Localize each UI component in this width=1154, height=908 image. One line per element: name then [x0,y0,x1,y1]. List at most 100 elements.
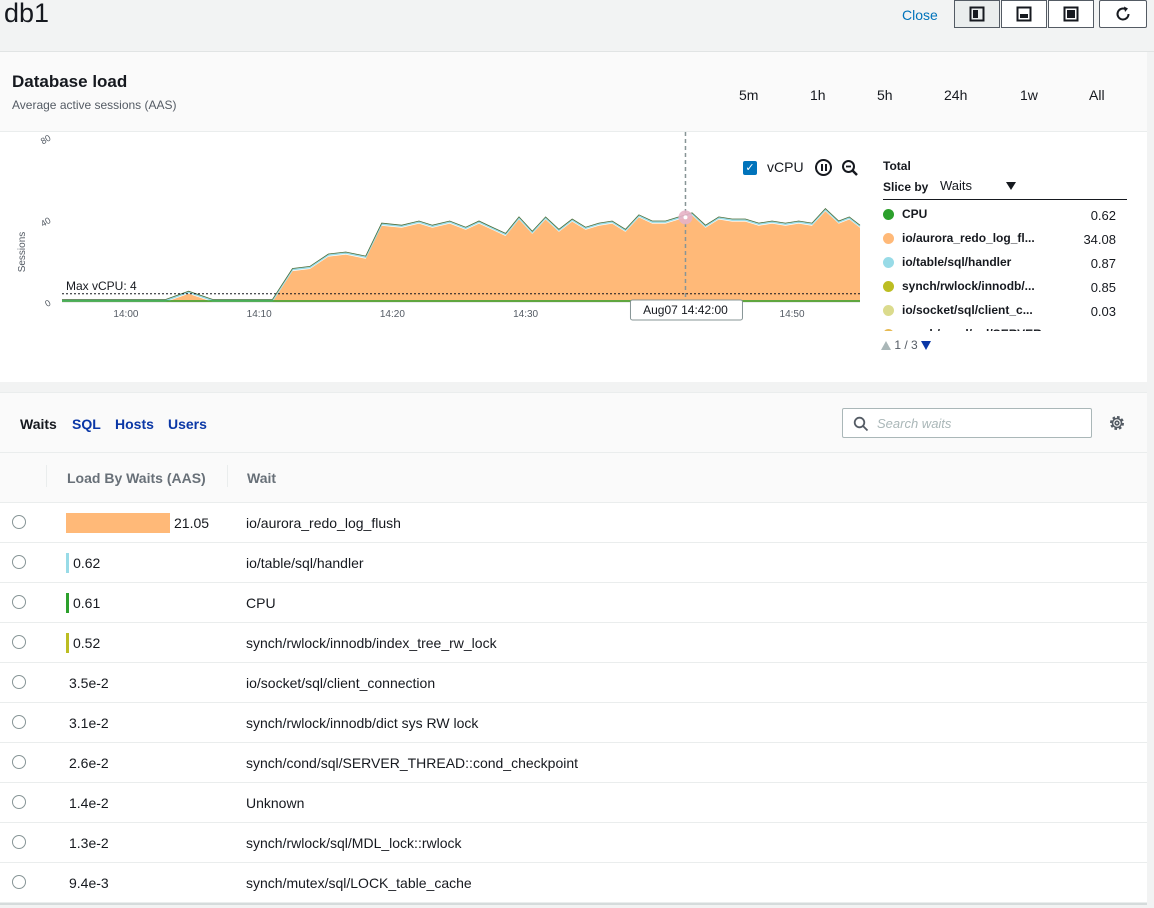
tab-waits[interactable]: Waits [20,416,57,432]
wait-name: synch/mutex/sql/LOCK_table_cache [246,875,472,891]
table-row[interactable]: 0.52 synch/rwlock/innodb/index_tree_rw_lo… [0,623,1147,663]
load-value: 2.6e-2 [69,755,109,771]
legend-item[interactable]: io/socket/sql/client_c... 0.03 [880,298,1120,322]
wait-name: synch/rwlock/innodb/dict sys RW lock [246,715,479,731]
close-link[interactable]: Close [902,7,938,23]
row-radio[interactable] [12,875,26,889]
table-row[interactable]: 3.1e-2 synch/rwlock/innodb/dict sys RW lo… [0,703,1147,743]
tab-users[interactable]: Users [168,416,207,432]
panel-bottom-border [0,903,1147,905]
load-value: 3.5e-2 [69,675,109,691]
row-radio[interactable] [12,635,26,649]
database-load-panel: Database load Average active sessions (A… [0,52,1147,382]
row-radio[interactable] [12,715,26,729]
legend-item-name: io/table/sql/handler [902,255,1012,269]
legend-item[interactable]: io/table/sql/handler 0.87 [880,250,1120,274]
legend-item-value: 0.03 [1090,304,1116,319]
max-vcpu-label: Max vCPU: 4 [66,279,137,293]
cursor-marker-center [683,215,688,220]
database-load-chart[interactable]: Sessions 0 40 80 Max vCPU: 4 14:00 14:10 14:20 1… [0,132,870,332]
load-value: 3.1e-2 [69,715,109,731]
row-radio[interactable] [12,755,26,769]
wait-name: io/table/sql/handler [246,555,364,571]
row-radio[interactable] [12,595,26,609]
database-load-subtitle: Average active sessions (AAS) [12,98,177,112]
y-tick-label: 80 [39,133,53,147]
page-up-icon[interactable] [881,341,891,350]
layout-side-panel-button[interactable] [954,0,1000,28]
legend-item[interactable]: synch/cond/sql/SERVER... 0.01 [880,322,1120,331]
load-value: 1.3e-2 [69,835,109,851]
table-row[interactable]: 21.05 io/aurora_redo_log_flush [0,503,1147,543]
search-box[interactable] [842,408,1092,438]
legend-divider [883,199,1127,200]
wait-name: CPU [246,595,276,611]
table-row[interactable]: 0.61 CPU [0,583,1147,623]
legend-color-dot [883,257,894,268]
time-range-5m[interactable]: 5m [739,87,758,103]
legend-list: CPU 0.62 io/aurora_redo_log_fl... 34.08 io/t… [880,202,1120,331]
refresh-button[interactable] [1099,0,1147,28]
time-range-5h[interactable]: 5h [877,87,893,103]
layout-bottom-icon [1016,6,1032,22]
y-tick-label: 0 [43,298,52,309]
time-range-1h[interactable]: 1h [810,87,826,103]
wait-name: Unknown [246,795,305,811]
row-radio[interactable] [12,795,26,809]
column-divider [46,465,47,487]
x-tick-label: 14:50 [780,309,805,320]
table-row[interactable]: 2.6e-2 synch/cond/sql/SERVER_THREAD::cond… [0,743,1147,783]
row-radio[interactable] [12,835,26,849]
time-range-all[interactable]: All [1089,87,1105,103]
table-row[interactable]: 1.4e-2 Unknown [0,783,1147,823]
table-row[interactable]: 3.5e-2 io/socket/sql/client_connection [0,663,1147,703]
legend-item-name: synch/cond/sql/SERVER... [902,327,1052,331]
load-value: 0.62 [73,555,101,571]
time-range-1w[interactable]: 1w [1020,87,1038,103]
caret-down-icon[interactable] [1006,182,1016,190]
row-radio[interactable] [12,675,26,689]
search-icon [853,416,869,432]
database-load-title: Database load [12,72,128,91]
table-row[interactable]: 9.4e-3 synch/mutex/sql/LOCK_table_cache [0,863,1147,903]
layout-bottom-panel-button[interactable] [1001,0,1047,28]
gear-icon[interactable] [1108,414,1126,432]
y-tick-label: 40 [39,215,53,229]
table-row[interactable]: 0.62 io/table/sql/handler [0,543,1147,583]
layout-side-icon [969,6,985,22]
row-radio[interactable] [12,555,26,569]
legend-item-name: synch/rwlock/innodb/... [902,279,1035,293]
legend-item-name: io/socket/sql/client_c... [902,303,1033,317]
table-row[interactable]: 1.3e-2 synch/rwlock/sql/MDL_lock::rwlock [0,823,1147,863]
layout-full-panel-button[interactable] [1048,0,1094,28]
wait-name: synch/rwlock/sql/MDL_lock::rwlock [246,835,462,851]
load-value: 1.4e-2 [69,795,109,811]
time-range-24h[interactable]: 24h [944,87,967,103]
tab-hosts[interactable]: Hosts [115,416,154,432]
legend-item-value: 34.08 [1083,232,1116,247]
load-value: 21.05 [174,515,210,531]
dimension-tabs: Waits SQL Hosts Users [0,393,1147,453]
legend-item[interactable]: io/aurora_redo_log_fl... 34.08 [880,226,1120,250]
tab-sql[interactable]: SQL [72,416,101,432]
page-title: db1 [4,0,50,28]
y-axis-label: Sessions [17,232,28,273]
x-tick-label: 14:10 [247,309,272,320]
column-header-load[interactable]: Load By Waits (AAS) [67,470,206,486]
load-bar [66,593,69,613]
legend-item[interactable]: synch/rwlock/innodb/... 0.85 [880,274,1120,298]
legend-slice-label: Slice by [883,180,929,194]
legend-item[interactable]: CPU 0.62 [880,202,1120,226]
legend-color-dot [883,209,894,220]
table-header: Load By Waits (AAS) Wait [0,453,1147,503]
row-radio[interactable] [12,515,26,529]
x-tick-label: 14:20 [380,309,405,320]
legend-item-value: 0.01 [1091,328,1116,331]
load-bar [66,633,69,653]
search-input[interactable] [877,414,1082,432]
column-header-wait[interactable]: Wait [247,470,276,486]
legend-pager: 1 / 3 [881,338,932,352]
legend-color-dot [883,233,894,244]
page-header: db1 Close [0,0,1154,52]
page-down-icon[interactable] [921,341,932,350]
